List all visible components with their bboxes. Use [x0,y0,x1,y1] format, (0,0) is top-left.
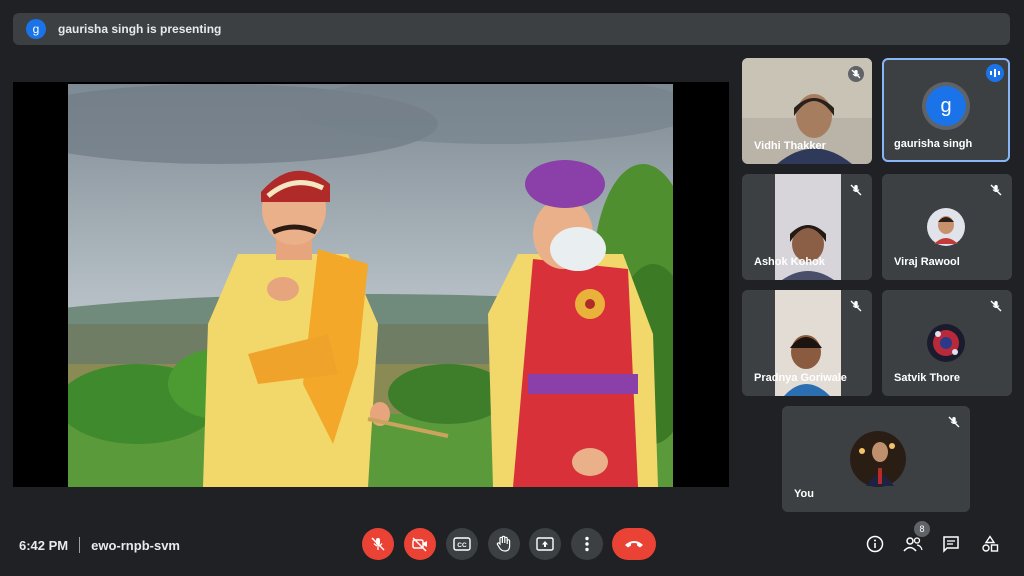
info-icon [866,535,884,553]
participant-name: You [794,488,814,500]
participant-name: Vidhi Thakker [754,140,826,152]
microphone-muted-icon [848,66,864,82]
closed-captions-icon: CC [453,537,471,551]
microphone-muted-icon [988,298,1004,314]
microphone-muted-icon [848,182,864,198]
chat-icon [943,536,959,553]
camera-off-icon [412,537,427,552]
hand-icon [496,535,511,552]
participant-tile-viraj-rawool[interactable]: Viraj Rawool [882,174,1012,280]
meeting-code: ewo-rnpb-svm [91,537,180,553]
presenter-avatar: g [26,19,46,39]
present-screen-icon [536,537,554,551]
meeting-details: 6:42 PM ewo-rnpb-svm [19,537,180,553]
meeting-details-button[interactable] [864,533,886,555]
present-now-button[interactable] [529,528,561,560]
svg-text:CC: CC [457,542,467,549]
chat-button[interactable] [940,533,962,555]
people-icon [903,537,923,552]
presentation-video-frame [68,84,673,487]
microphone-muted-icon [988,182,1004,198]
participant-tile-gaurisha-singh[interactable]: g gaurisha singh [882,58,1010,162]
participant-name: Pradnya Goriwale [754,372,847,384]
participant-name: Viraj Rawool [894,256,960,268]
raise-hand-button[interactable] [488,528,520,560]
participant-tile-pradnya-goriwale[interactable]: Pradnya Goriwale [742,290,872,396]
activities-button[interactable] [979,533,1001,555]
microphone-toggle-button[interactable] [362,528,394,560]
presenting-text: gaurisha singh is presenting [58,22,222,36]
participant-tile-vidhi-thakker[interactable]: Vidhi Thakker [742,58,872,164]
participant-tile-you[interactable]: You [782,406,970,512]
end-call-icon [625,541,643,548]
participant-tile-ashok-kohok[interactable]: Ashok Kohok [742,174,872,280]
presenting-banner: g gaurisha singh is presenting [13,13,1010,45]
captions-button[interactable]: CC [446,528,478,560]
participant-avatar: g [926,86,966,126]
microphone-off-icon [371,537,385,551]
speaking-indicator-icon [986,64,1004,82]
participant-name: Satvik Thore [894,372,961,384]
current-time: 6:42 PM [19,537,69,553]
microphone-muted-icon [848,298,864,314]
more-options-button[interactable] [571,528,603,560]
more-vertical-icon [585,536,589,552]
participant-name: Ashok Kohok [754,256,825,268]
divider [79,537,81,553]
participant-name: gaurisha singh [894,138,973,150]
leave-call-button[interactable] [612,528,656,560]
participant-tile-satvik-thore[interactable]: Satvik Thore [882,290,1012,396]
shared-screen [13,82,729,487]
activities-shapes-icon [982,535,999,552]
people-count-badge: 8 [914,521,930,537]
camera-toggle-button[interactable] [404,528,436,560]
microphone-muted-icon [946,414,962,430]
